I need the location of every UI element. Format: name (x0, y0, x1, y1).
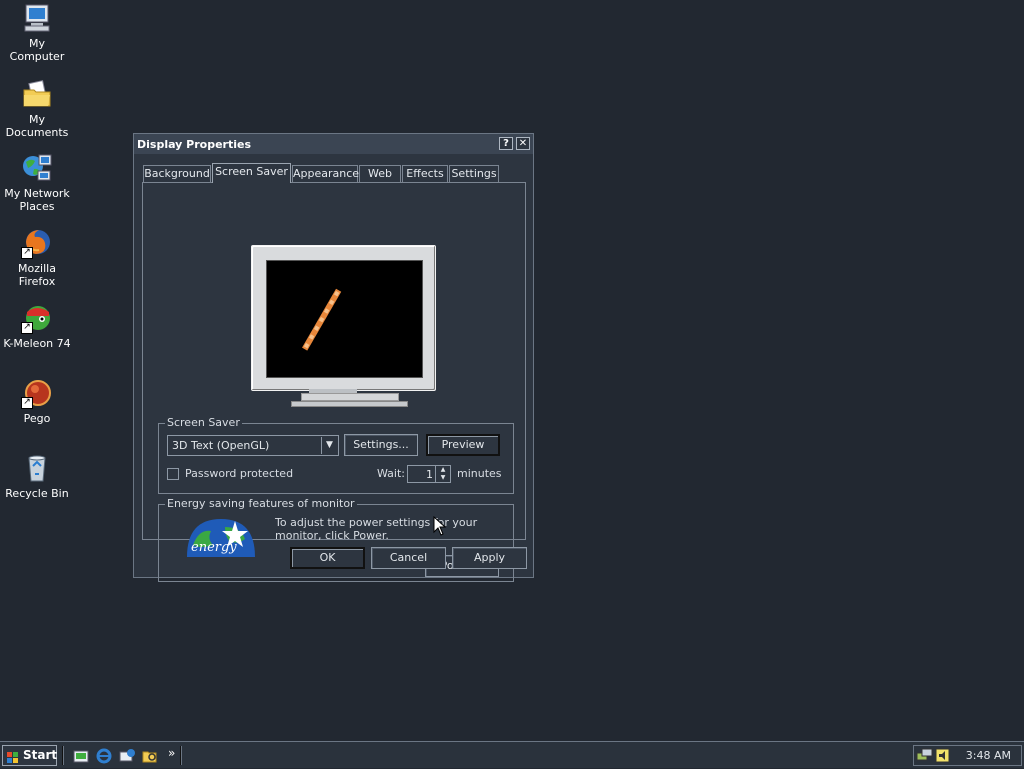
system-tray: 3:48 AM (913, 745, 1022, 766)
documents-folder-icon (21, 78, 53, 110)
energy-logo-text: energy (191, 540, 237, 555)
show-desktop-icon[interactable] (73, 748, 89, 764)
windows-logo-icon (7, 750, 18, 763)
desktop-icon-label: K-Meleon 74 (3, 337, 71, 350)
screen-saver-select[interactable]: 3D Text (OpenGL) ▼ (167, 435, 339, 456)
wait-value[interactable]: 1 (426, 468, 433, 481)
select-value: 3D Text (OpenGL) (172, 439, 270, 452)
desktop-icon-pego[interactable]: ↗ Pego (0, 377, 74, 425)
settings-button[interactable]: Settings... (344, 434, 418, 456)
taskbar-separator (62, 746, 64, 765)
clock[interactable]: 3:48 AM (966, 749, 1011, 762)
3d-text-preview-graphic (302, 288, 342, 351)
wait-spinner[interactable]: 1 ▲ ▼ (407, 465, 451, 483)
minutes-label: minutes (457, 467, 502, 480)
help-button[interactable]: ? (499, 137, 513, 150)
group-title: Energy saving features of monitor (165, 497, 357, 510)
tab-background[interactable]: Background (143, 165, 211, 182)
firefox-icon: ↗ (21, 227, 53, 259)
desktop-icon-k-meleon[interactable]: ↗ K-Meleon 74 (0, 302, 74, 350)
desktop-icon-my-documents[interactable]: My Documents (0, 78, 74, 139)
desktop-icon-mozilla-firefox[interactable]: ↗ Mozilla Firefox (0, 227, 74, 288)
shortcut-arrow-icon: ↗ (21, 247, 33, 259)
apply-button[interactable]: Apply (452, 547, 527, 569)
cancel-button[interactable]: Cancel (371, 547, 446, 569)
tab-appearance[interactable]: Appearance (292, 165, 359, 182)
start-label: Start (23, 748, 58, 762)
mouse-cursor-icon (433, 515, 447, 540)
desktop-icon-label: My Computer (9, 37, 65, 63)
desktop-icon-my-network-places[interactable]: My Network Places (0, 152, 74, 213)
screen-saver-panel: Screen Saver 3D Text (OpenGL) ▼ Settings… (142, 182, 526, 582)
start-button[interactable]: Start (2, 745, 57, 766)
monitor-preview (251, 245, 436, 391)
taskbar-separator (180, 746, 182, 765)
chevron-down-icon[interactable]: ▼ (321, 437, 337, 454)
preview-button[interactable]: Preview (426, 434, 500, 456)
password-label: Password protected (185, 467, 294, 480)
internet-explorer-icon[interactable] (96, 748, 112, 764)
shortcut-arrow-icon: ↗ (21, 397, 33, 409)
network-places-icon (21, 152, 53, 184)
tab-web[interactable]: Web (359, 165, 401, 182)
title-bar[interactable]: Display Properties ? ✕ (134, 134, 533, 154)
desktop-icon-label: My Network Places (4, 187, 70, 213)
preview-screen (266, 260, 423, 378)
energy-group: Energy saving features of monitor energy… (158, 497, 514, 582)
recycle-bin-icon (21, 452, 53, 484)
energy-description: To adjust the power settings for your mo… (275, 516, 478, 542)
ok-button[interactable]: OK (290, 547, 365, 569)
computer-icon (21, 2, 53, 34)
explorer-icon[interactable] (142, 748, 158, 764)
screen-saver-group: Screen Saver 3D Text (OpenGL) ▼ Settings… (158, 416, 514, 494)
monitor-foot (291, 401, 408, 407)
desktop-icon-label: Recycle Bin (5, 487, 69, 500)
volume-tray-icon[interactable] (934, 747, 951, 764)
taskbar: Start » 3:48 AM (0, 741, 1024, 768)
spin-down-icon[interactable]: ▼ (435, 474, 450, 482)
password-checkbox[interactable] (167, 468, 179, 480)
tab-screen-saver[interactable]: Screen Saver (212, 163, 291, 183)
display-properties-dialog: Display Properties ? ✕ Background Screen… (133, 133, 534, 582)
tab-settings[interactable]: Settings (449, 165, 499, 182)
energy-star-logo: energy (185, 515, 257, 559)
shortcut-arrow-icon: ↗ (21, 322, 33, 334)
pego-icon: ↗ (21, 377, 53, 409)
desktop-icon-my-computer[interactable]: My Computer (0, 2, 74, 63)
k-meleon-icon: ↗ (21, 302, 53, 334)
desktop-icon-label: My Documents (5, 113, 69, 139)
desktop-icon-label: Mozilla Firefox (18, 262, 56, 288)
desktop-icon-label: Pego (23, 412, 51, 425)
wait-label: Wait: (377, 467, 405, 480)
close-button[interactable]: ✕ (516, 137, 530, 150)
outlook-express-icon[interactable] (119, 748, 135, 764)
group-title: Screen Saver (165, 416, 242, 429)
spin-up-icon[interactable]: ▲ (435, 466, 450, 474)
quicklaunch-chevron[interactable]: » (168, 746, 175, 760)
dialog-title: Display Properties (137, 138, 252, 151)
tab-effects[interactable]: Effects (402, 165, 448, 182)
desktop-icon-recycle-bin[interactable]: Recycle Bin (0, 452, 74, 500)
monitor-base (301, 393, 399, 401)
network-tray-icon[interactable] (916, 747, 933, 764)
